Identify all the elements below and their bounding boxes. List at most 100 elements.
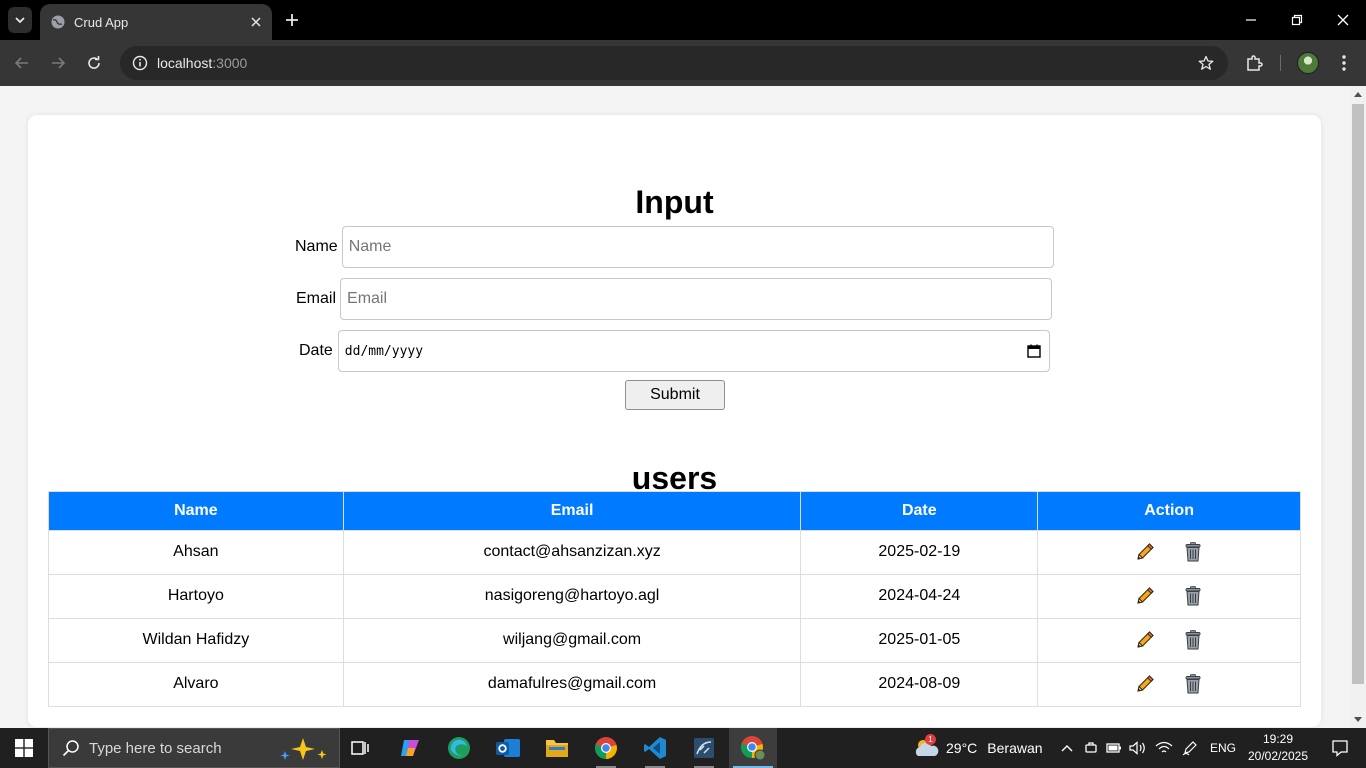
back-button[interactable] <box>8 49 36 77</box>
tray-battery[interactable] <box>1104 728 1124 768</box>
profile-avatar[interactable] <box>1297 52 1319 74</box>
new-tab-button[interactable] <box>280 7 304 33</box>
arrow-left-icon <box>14 57 28 69</box>
trash-icon[interactable] <box>1181 540 1205 564</box>
tray-network[interactable] <box>1154 728 1174 768</box>
show-hidden-icons-button[interactable] <box>1058 728 1076 768</box>
pencil-icon[interactable] <box>1133 584 1157 608</box>
battery-icon <box>1106 743 1121 753</box>
browser-tab[interactable]: Crud App <box>40 4 272 40</box>
taskbar-edge[interactable] <box>435 728 483 768</box>
cell-date: 2024-04-24 <box>800 574 1039 619</box>
bookmark-star-icon[interactable] <box>1194 51 1218 75</box>
weather-description: Berawan <box>987 740 1043 756</box>
cell-name: Wildan Hafidzy <box>48 618 344 663</box>
scroll-down-arrow-icon[interactable] <box>1354 717 1362 722</box>
search-placeholder: Type here to search <box>89 739 222 757</box>
chrome-icon <box>594 737 617 760</box>
browser-tab-bar: Crud App <box>0 0 1366 40</box>
close-tab-icon[interactable] <box>244 10 268 34</box>
vscode-icon <box>644 737 666 759</box>
search-icon <box>61 738 81 758</box>
table-header-row: Name Email Date Action <box>48 491 1301 531</box>
name-row: Name <box>295 226 1054 268</box>
pencil-icon[interactable] <box>1133 540 1157 564</box>
trash-icon[interactable] <box>1181 672 1205 696</box>
cell-email: damafulres@gmail.com <box>342 662 802 707</box>
task-view-button[interactable] <box>336 728 384 768</box>
cloudy-weather-icon: 1 <box>912 734 940 762</box>
address-bar[interactable]: localhost:3000 <box>120 46 1228 80</box>
more-vertical-icon <box>1342 55 1346 71</box>
tray-volume[interactable] <box>1128 728 1148 768</box>
arrow-right-icon <box>52 57 66 69</box>
table-row: Ahsan contact@ahsanzizan.xyz 2025-02-19 <box>48 530 1301 575</box>
restore-button[interactable] <box>1274 0 1320 40</box>
scroll-up-arrow-icon[interactable] <box>1354 92 1362 97</box>
table-row: Hartoyo nasigoreng@hartoyo.agl 2024-04-24 <box>48 574 1301 619</box>
close-window-button[interactable] <box>1320 0 1366 40</box>
taskbar-mysql-workbench[interactable] <box>680 728 728 768</box>
toolbar-divider-2 <box>1280 55 1281 71</box>
chrome-profile-icon <box>740 736 766 761</box>
email-row: Email <box>296 278 1053 320</box>
taskbar-search-box[interactable]: Type here to search <box>48 728 340 768</box>
input-language[interactable]: ENG <box>1210 728 1236 768</box>
taskbar-chrome[interactable] <box>582 728 630 768</box>
close-icon <box>1337 14 1349 26</box>
pencil-icon[interactable] <box>1133 628 1157 652</box>
tab-search-button[interactable] <box>8 7 32 33</box>
taskbar-chrome-profile[interactable] <box>729 728 777 768</box>
restore-icon <box>1291 14 1303 26</box>
pen-workspace-icon <box>1182 741 1197 756</box>
notification-center-button[interactable] <box>1320 728 1360 768</box>
chrome-menu-button[interactable] <box>1330 49 1358 77</box>
page-scrollbar[interactable] <box>1350 86 1366 728</box>
minimize-button[interactable] <box>1228 0 1274 40</box>
taskbar-vscode[interactable] <box>631 728 679 768</box>
scroll-thumb[interactable] <box>1352 104 1364 684</box>
cell-date: 2025-02-19 <box>800 530 1039 575</box>
date-placeholder: dd/mm/yyyy <box>344 343 424 359</box>
wifi-icon <box>1155 741 1173 753</box>
form-heading: Input <box>635 184 714 220</box>
name-input[interactable] <box>341 226 1054 268</box>
cell-actions <box>1037 530 1301 575</box>
page-viewport: Input Name Email Date dd/mm/yyyy Submit … <box>0 86 1350 728</box>
task-view-icon <box>351 741 369 755</box>
email-label: Email <box>296 290 337 307</box>
users-table: Name Email Date Action Ahsan contact@ahsa… <box>48 491 1301 707</box>
cell-actions <box>1037 662 1301 707</box>
extensions-button[interactable] <box>1240 49 1268 77</box>
pencil-icon[interactable] <box>1133 672 1157 696</box>
start-button[interactable] <box>0 728 48 768</box>
edge-icon <box>448 737 470 759</box>
cell-date: 2024-08-09 <box>800 662 1039 707</box>
taskbar-outlook[interactable] <box>484 728 532 768</box>
taskbar-file-explorer[interactable] <box>533 728 581 768</box>
submit-button[interactable]: Submit <box>625 380 725 410</box>
forward-button[interactable] <box>44 49 72 77</box>
column-header-action: Action <box>1037 491 1301 531</box>
globe-icon <box>50 14 66 30</box>
calendar-icon[interactable] <box>1025 342 1043 360</box>
meet-icon <box>1085 742 1097 753</box>
taskbar-copilot[interactable] <box>386 728 434 768</box>
tray-meet-now[interactable] <box>1082 728 1100 768</box>
table-row: Wildan Hafidzy wiljang@gmail.com 2025-01-0… <box>48 618 1301 663</box>
tray-pen[interactable] <box>1180 728 1200 768</box>
email-input[interactable] <box>340 278 1053 320</box>
taskbar-weather[interactable]: 1 29°C Berawan <box>912 728 1043 768</box>
cell-actions <box>1037 618 1301 663</box>
table-body: Ahsan contact@ahsanzizan.xyz 2025-02-19 Har… <box>48 530 1301 707</box>
date-input[interactable]: dd/mm/yyyy <box>337 330 1050 372</box>
reload-button[interactable] <box>80 49 108 77</box>
trash-icon[interactable] <box>1181 628 1205 652</box>
windows-logo-icon <box>15 739 33 757</box>
taskbar-clock[interactable]: 19:29 20/02/2025 <box>1246 731 1310 765</box>
cell-email: contact@ahsanzizan.xyz <box>342 530 802 575</box>
clock-time: 19:29 <box>1262 732 1294 746</box>
date-row: Date dd/mm/yyyy <box>299 330 1050 372</box>
trash-icon[interactable] <box>1181 584 1205 608</box>
site-info-icon[interactable] <box>128 51 152 75</box>
